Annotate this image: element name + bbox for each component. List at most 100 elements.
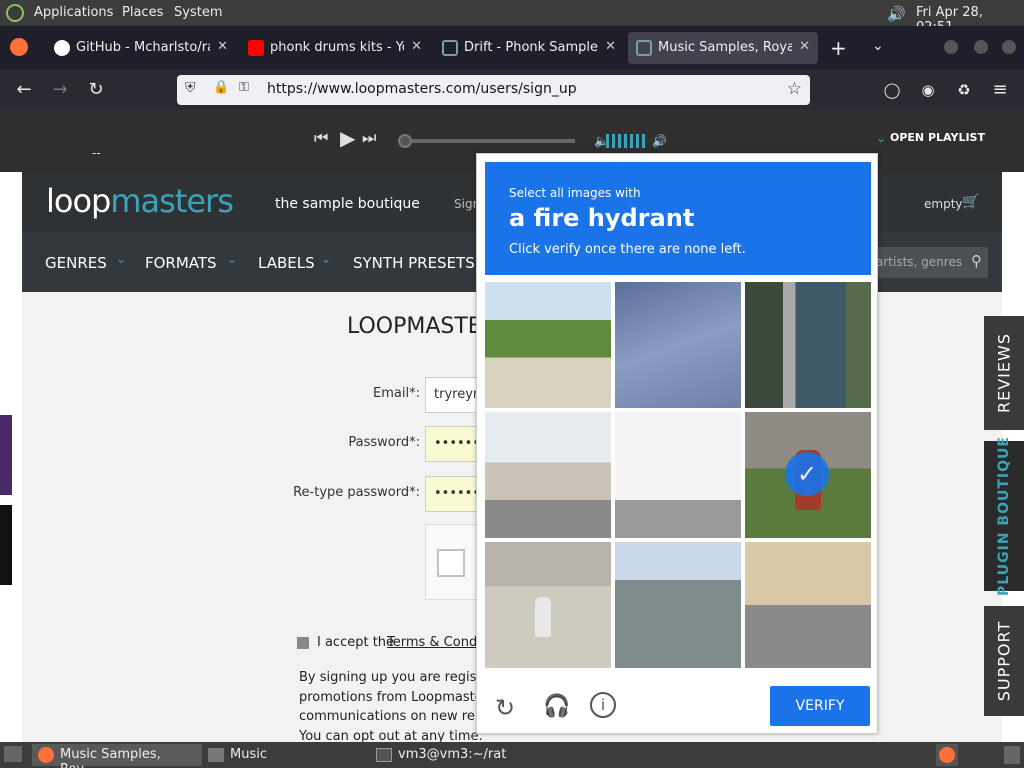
search-placeholder: artists, genres (876, 255, 963, 269)
github-icon (54, 40, 70, 56)
captcha-subinstruction: Click verify once there are none left. (509, 242, 746, 257)
reviews-label: REVIEWS (994, 333, 1014, 413)
distro-logo-icon[interactable] (6, 4, 24, 22)
loopmasters-logo[interactable]: loopmasters (46, 182, 234, 220)
lock-icon[interactable]: 🔒 (213, 80, 229, 95)
verify-button[interactable]: VERIFY (770, 686, 870, 726)
close-icon[interactable]: ✕ (799, 39, 810, 54)
promo-thumbnail[interactable] (0, 415, 12, 495)
next-track-icon[interactable]: ⏭ (362, 128, 376, 148)
hamburger-menu-icon[interactable]: ≡ (988, 78, 1012, 102)
captcha-tile-3[interactable] (745, 282, 871, 408)
captcha-tile-2[interactable] (615, 282, 741, 408)
captcha-tile-9[interactable] (745, 542, 871, 668)
tab-github[interactable]: GitHub - Mcharlsto/ra ✕ (46, 32, 236, 64)
new-tab-button[interactable]: + (830, 36, 847, 60)
navigation-toolbar: ← → ↻ ⛨ 🔒 ⚿ https://www.loopmasters.com/… (0, 70, 1024, 110)
key-icon[interactable]: ⚿ (239, 80, 249, 95)
captcha-tile-5[interactable] (615, 412, 741, 538)
body-line-2: promotions from Loopmasters. (299, 690, 499, 705)
body-line-4: You can opt out at any time. (299, 729, 483, 742)
open-playlist-button[interactable]: OPEN PLAYLIST (890, 131, 985, 144)
menu-places[interactable]: Places (122, 5, 163, 20)
close-icon[interactable]: ✕ (217, 39, 228, 54)
taskbar: Music Samples, Roy... Music vm3@vm3:~/ra… (0, 742, 1024, 768)
captcha-tile-1[interactable] (485, 282, 611, 408)
minimize-button[interactable] (944, 40, 958, 54)
taskbar-item-music[interactable]: Music (202, 744, 362, 766)
nav-synth-presets[interactable]: SYNTH PRESETS (353, 254, 475, 272)
back-arrow-icon[interactable]: ← (12, 78, 36, 102)
progress-handle[interactable] (398, 134, 412, 148)
volume-icon[interactable]: 🔊 (887, 5, 906, 23)
pocket-icon[interactable]: ◯ (880, 78, 904, 102)
taskbar-label: Music (230, 747, 267, 762)
youtube-icon (248, 40, 264, 56)
tab-drift[interactable]: Drift - Phonk Sample ✕ (434, 32, 624, 64)
nav-labels[interactable]: LABELS (258, 254, 315, 272)
tab-list-chevron-icon[interactable]: ⌄ (872, 38, 884, 54)
firefox-icon (38, 747, 54, 763)
volume-slider[interactable] (606, 134, 648, 148)
recaptcha-checkbox[interactable] (437, 549, 465, 577)
terms-prefix: I accept the (317, 635, 395, 650)
search-input[interactable]: artists, genres ⚲ (870, 247, 988, 278)
cart-status[interactable]: empty (924, 197, 963, 211)
progress-track[interactable] (400, 139, 575, 143)
folder-icon (208, 748, 224, 762)
play-icon[interactable]: ▶ (340, 126, 355, 150)
terms-link[interactable]: Terms & Condit (387, 635, 486, 650)
captcha-tile-4[interactable] (485, 412, 611, 538)
search-icon[interactable]: ⚲ (971, 252, 982, 270)
tab-label: GitHub - Mcharlsto/ra (76, 40, 210, 55)
menu-applications[interactable]: Applications (34, 5, 113, 20)
support-side-tab[interactable]: SUPPORT (984, 606, 1024, 716)
plugin-boutique-label: PLUGIN BOUTIQUE (996, 436, 1012, 596)
captcha-tile-8[interactable] (615, 542, 741, 668)
show-desktop-icon[interactable] (4, 746, 22, 762)
tab-youtube[interactable]: phonk drums kits - Yo ✕ (240, 32, 430, 64)
close-icon[interactable]: ✕ (411, 39, 422, 54)
captcha-challenge-dialog: Select all images with a fire hydrant Cl… (476, 153, 878, 734)
trash-icon[interactable] (1004, 746, 1020, 764)
workspace-switcher[interactable] (936, 744, 958, 766)
captcha-tile-7[interactable] (485, 542, 611, 668)
support-label: SUPPORT (994, 620, 1014, 702)
shield-icon[interactable]: ⛨ (185, 80, 196, 96)
menu-system[interactable]: System (174, 5, 222, 20)
tab-music-samples[interactable]: Music Samples, Royalt ✕ (628, 32, 818, 64)
reload-captcha-icon[interactable]: ↻ (495, 694, 515, 722)
nav-formats[interactable]: FORMATS (145, 254, 217, 272)
bookmark-star-icon[interactable]: ☆ (787, 79, 802, 99)
plugin-boutique-side-tab[interactable]: PLUGIN BOUTIQUE (984, 436, 1024, 596)
reviews-side-tab[interactable]: REVIEWS (984, 316, 1024, 430)
tab-label: Drift - Phonk Sample (464, 40, 598, 55)
maximize-button[interactable] (974, 40, 988, 54)
page-heading: LOOPMASTE (347, 314, 482, 339)
taskbar-item-firefox[interactable]: Music Samples, Roy... (32, 744, 202, 768)
close-icon[interactable]: ✕ (605, 39, 616, 54)
chevron-down-icon: ⌄ (321, 252, 332, 266)
extensions-icon[interactable]: ♻ (952, 78, 976, 102)
url-text[interactable]: https://www.loopmasters.com/users/sign_u… (267, 81, 577, 97)
close-window-button[interactable] (1002, 40, 1016, 54)
account-icon[interactable]: ◉ (916, 78, 940, 102)
url-bar[interactable]: ⛨ 🔒 ⚿ https://www.loopmasters.com/users/… (177, 75, 810, 105)
firefox-icon[interactable] (10, 38, 28, 56)
taskbar-label: vm3@vm3:~/rat (398, 747, 507, 762)
player-left-text: -- (92, 146, 101, 160)
loopmasters-icon (636, 40, 652, 56)
previous-track-icon[interactable]: ⏮ (314, 128, 328, 148)
forward-arrow-icon[interactable]: → (48, 78, 72, 102)
captcha-tile-6-selected[interactable]: ✓ (745, 412, 871, 538)
nav-genres[interactable]: GENRES (45, 254, 107, 272)
captcha-header: Select all images with a fire hydrant Cl… (485, 162, 871, 275)
audio-challenge-icon[interactable]: 🎧 (543, 694, 570, 719)
taskbar-label: Music Samples, Roy... (60, 747, 161, 768)
terms-checkbox[interactable] (297, 637, 309, 649)
cart-icon[interactable]: 🛒 (962, 194, 979, 210)
taskbar-item-terminal[interactable]: vm3@vm3:~/rat (370, 744, 570, 766)
reload-icon[interactable]: ↻ (84, 78, 108, 102)
info-icon[interactable]: i (590, 692, 616, 718)
promo-thumbnail[interactable] (0, 505, 12, 585)
